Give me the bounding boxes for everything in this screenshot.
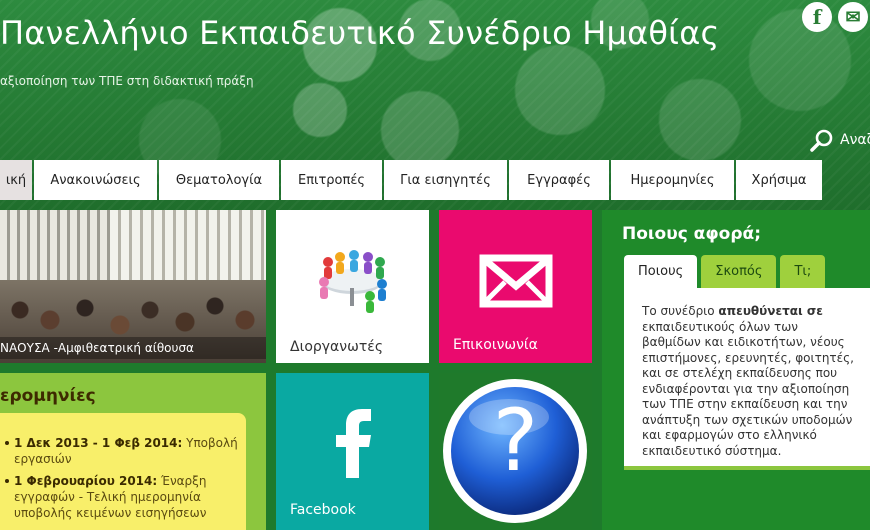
facebook-tile[interactable]: Facebook [276,373,429,530]
nav-item-label: Ανακοινώσεις [50,172,141,188]
nav-item-label: Ημερομηνίες [630,172,715,188]
nav-item-dates[interactable]: Ημερομηνίες [611,160,734,200]
envelope-icon [479,254,553,308]
important-dates-tile: ερομηνίες 1 Δεκ 2013 - 1 Φεβ 2014: Υποβο… [0,373,266,530]
nav-item-label: Εγγραφές [527,172,591,188]
help-glyph: ? [492,391,539,491]
photo-window [110,210,266,285]
nav-item-label: ική [5,172,27,188]
audience-heading: Ποιους αφορά; [622,224,761,244]
social-links: f ✉ [802,2,868,32]
nav-item-label: Επιτροπές [298,172,365,188]
main-nav: ική Ανακοινώσεις Θεματολογία Επιτροπές Γ… [0,160,824,200]
facebook-logo-icon [336,409,371,478]
list-item: 1 Φεβρουαρίου 2014: Έναρξη εγγραφών - Τε… [5,473,238,521]
nav-item-label: Θεματολογία [175,172,263,188]
tab-who[interactable]: Ποιους [624,255,698,288]
nav-item-speakers[interactable]: Για εισηγητές [384,160,507,200]
venue-photo-tile[interactable]: ΝΑΟΥΣΑ -Αμφιθεατρική αίθουσα [0,210,266,363]
search-label: Αναζ [840,132,870,148]
bullet-icon [5,479,9,483]
organizers-tile[interactable]: Διοργανωτές [276,210,429,363]
nav-item-registration[interactable]: Εγγραφές [509,160,609,200]
dates-heading: ερομηνίες [0,386,96,406]
nav-item-useful[interactable]: Χρήσιμα [736,160,822,200]
date-range: 1 Φεβρουαρίου 2014: [14,474,158,488]
nav-item-home[interactable]: ική [0,160,32,200]
audience-content: Το συνέδριο απευθύνεται σε εκπαιδευτικού… [624,288,870,470]
nav-item-announcements[interactable]: Ανακοινώσεις [34,160,157,200]
site-subtitle: αξιοποίηση των ΤΠΕ στη διδακτική πράξη [0,74,254,88]
audience-tabs: Ποιους Σκοπός Τι; [624,255,826,288]
nav-item-committees[interactable]: Επιτροπές [281,160,382,200]
content-text-start: Το συνέδριο [642,304,719,318]
facebook-glyph: f [812,5,822,29]
nav-item-label: Χρήσιμα [751,172,807,188]
site-title[interactable]: Πανελλήνιο Εκπαιδευτικό Συνέδριο Ημαθίας [0,14,719,52]
tab-what[interactable]: Τι; [780,255,826,288]
search-button[interactable]: Αναζ [810,128,870,152]
organizers-label: Διοργανωτές [290,339,384,355]
facebook-icon[interactable]: f [802,2,832,32]
search-icon [810,129,833,152]
contact-label: Επικοινωνία [453,337,538,353]
bullet-icon [5,441,9,445]
tab-label: Ποιους [638,264,684,279]
content-text-rest: εκπαιδευτικούς όλων των βαθμίδων και ειδ… [642,319,854,458]
photo-caption: ΝΑΟΥΣΑ -Αμφιθεατρική αίθουσα [0,337,266,359]
dates-panel: 1 Δεκ 2013 - 1 Φεβ 2014: Υποβολή εργασιώ… [0,413,246,530]
nav-item-label: Για εισηγητές [400,172,491,188]
tab-label: Σκοπός [715,264,763,279]
nav-item-topics[interactable]: Θεματολογία [159,160,279,200]
tab-purpose[interactable]: Σκοπός [701,255,777,288]
list-item: 1 Δεκ 2013 - 1 Φεβ 2014: Υποβολή εργασιώ… [5,435,238,467]
email-glyph: ✉ [845,6,861,28]
dates-list: 1 Δεκ 2013 - 1 Φεβ 2014: Υποβολή εργασιώ… [5,435,238,521]
tab-label: Τι; [794,264,812,279]
facebook-label: Facebook [290,502,356,518]
meeting-table-icon [319,250,387,313]
contact-tile[interactable]: Επικοινωνία [439,210,592,363]
audience-panel: Ποιους αφορά; Ποιους Σκοπός Τι; Το συνέδ… [602,210,870,530]
help-tile[interactable]: ? [439,373,592,530]
content-text-bold: απευθύνεται σε [718,304,823,318]
email-icon[interactable]: ✉ [838,2,868,32]
date-range: 1 Δεκ 2013 - 1 Φεβ 2014: [14,436,183,450]
